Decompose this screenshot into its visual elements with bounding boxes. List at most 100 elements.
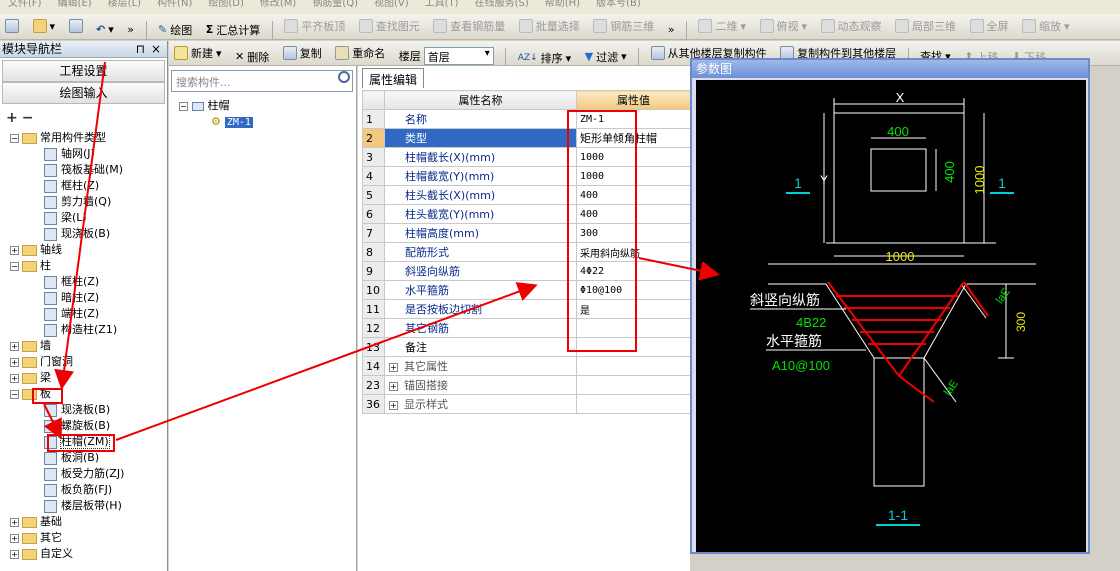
property-row[interactable]: 14 + 其它属性 bbox=[362, 356, 691, 376]
search-icon[interactable] bbox=[338, 71, 350, 83]
collapse-icon[interactable]: − bbox=[10, 389, 19, 399]
save-button[interactable] bbox=[64, 14, 88, 38]
expand-icon[interactable]: + bbox=[10, 533, 19, 543]
tree-folder[interactable]: + 轴线 bbox=[10, 242, 167, 258]
tree-item[interactable]: 剪力墙(Q) bbox=[10, 194, 167, 210]
tree-folder[interactable]: + 梁 bbox=[10, 370, 167, 386]
expand-icon[interactable]: + bbox=[10, 549, 19, 559]
property-row[interactable]: 6 柱头截宽(Y)(mm) 400 bbox=[362, 204, 691, 224]
menu-item[interactable]: 视图(V) bbox=[366, 0, 417, 9]
property-row[interactable]: 4 柱帽截宽(Y)(mm) 1000 bbox=[362, 166, 691, 186]
tree-item[interactable]: 螺旋板(B) bbox=[10, 418, 167, 434]
copy-component-button[interactable]: 复制 bbox=[278, 41, 327, 65]
tree-item[interactable]: 楼层板带(H) bbox=[10, 498, 167, 514]
menu-item[interactable]: 构件(N) bbox=[149, 0, 200, 9]
view-2d-dropdown[interactable]: 二维 ▾ bbox=[693, 14, 751, 38]
open-file-button[interactable]: ▾ bbox=[28, 14, 61, 38]
find-element-button[interactable]: 查找图元 bbox=[354, 14, 425, 38]
collapse-icon[interactable]: − bbox=[179, 101, 188, 111]
property-value[interactable] bbox=[576, 394, 691, 414]
pin-icon[interactable]: ⊓ bbox=[136, 41, 145, 57]
search-input[interactable]: 搜索构件... bbox=[171, 70, 353, 92]
draw-input-button[interactable]: 绘图输入 bbox=[2, 82, 165, 104]
sort-button[interactable]: AZ↓ 排序 ▾ bbox=[513, 46, 576, 66]
top-view-dropdown[interactable]: 俯视 ▾ bbox=[755, 14, 813, 38]
tree-item[interactable]: 板洞(B) bbox=[10, 450, 167, 466]
property-row[interactable]: 13 备注 bbox=[362, 337, 691, 357]
project-settings-button[interactable]: 工程设置 bbox=[2, 60, 165, 82]
expand-icon[interactable]: + bbox=[10, 245, 19, 255]
property-value[interactable] bbox=[576, 375, 691, 395]
rename-component-button[interactable]: 重命名 bbox=[330, 41, 390, 65]
expand-icon[interactable]: + bbox=[389, 362, 398, 372]
property-row[interactable]: 36 + 显示样式 bbox=[362, 394, 691, 414]
collapse-all-icon[interactable]: − bbox=[22, 110, 34, 126]
tree-item[interactable]: 筏板基础(M) bbox=[10, 162, 167, 178]
menu-item[interactable]: 修改(M) bbox=[252, 0, 304, 9]
collapse-icon[interactable]: − bbox=[10, 261, 19, 271]
collapse-icon[interactable]: − bbox=[10, 133, 19, 143]
menu-item[interactable]: 编辑(E) bbox=[50, 0, 100, 9]
align-top-button[interactable]: 平齐板顶 bbox=[279, 14, 350, 38]
tree-item[interactable]: 端柱(Z) bbox=[10, 306, 167, 322]
property-row[interactable]: 7 柱帽高度(mm) 300 bbox=[362, 223, 691, 243]
batch-select-button[interactable]: 批量选择 bbox=[514, 14, 585, 38]
sum-calc-button[interactable]: Σ 汇总计算 bbox=[201, 18, 266, 40]
undo-button[interactable]: ↶ ▾ bbox=[91, 18, 119, 40]
tree-item[interactable]: 现浇板(B) bbox=[10, 226, 167, 242]
zoom-dropdown[interactable]: 缩放 ▾ bbox=[1017, 14, 1075, 38]
menu-item[interactable]: 钢筋量(Q) bbox=[304, 0, 366, 9]
property-row[interactable]: 10 水平箍筋 Φ10@100 bbox=[362, 280, 691, 300]
fullscreen-button[interactable]: 全屏 bbox=[965, 14, 1014, 38]
dynamic-view-button[interactable]: 动态观察 bbox=[816, 14, 887, 38]
new-component-button[interactable]: 新建 ▾ bbox=[169, 41, 227, 65]
menu-item[interactable]: 绘图(D) bbox=[200, 0, 252, 9]
toolbar-overflow-1[interactable]: » bbox=[122, 18, 139, 40]
menu-item[interactable]: 工具(T) bbox=[417, 0, 467, 9]
filter-button[interactable]: ▼ 过滤 ▾ bbox=[580, 45, 632, 66]
tree-item[interactable]: 暗柱(Z) bbox=[10, 290, 167, 306]
expand-icon[interactable]: + bbox=[10, 373, 19, 383]
tree-item[interactable]: 框柱(Z) bbox=[10, 178, 167, 194]
property-row[interactable]: 8 配筋形式 采用斜向纵筋 bbox=[362, 242, 691, 262]
property-row[interactable]: 2 类型 矩形单倾角柱帽 bbox=[362, 128, 691, 148]
component-group-row[interactable]: − 柱帽 bbox=[179, 98, 253, 114]
expand-icon[interactable]: + bbox=[10, 357, 19, 367]
floor-select[interactable]: 首层 bbox=[423, 47, 494, 65]
parameter-diagram-title[interactable]: 参数图 bbox=[692, 60, 1088, 78]
property-row[interactable]: 12 其它钢筋 bbox=[362, 318, 691, 338]
tree-folder[interactable]: + 自定义 bbox=[10, 546, 167, 562]
tree-folder[interactable]: + 门窗洞 bbox=[10, 354, 167, 370]
property-row[interactable]: 3 柱帽截长(X)(mm) 1000 bbox=[362, 147, 691, 167]
tree-item[interactable]: 框柱(Z) bbox=[10, 274, 167, 290]
tab-property-edit[interactable]: 属性编辑 bbox=[362, 68, 425, 88]
menu-item[interactable]: 文件(F) bbox=[0, 0, 50, 9]
property-row[interactable]: 5 柱头截长(X)(mm) 400 bbox=[362, 185, 691, 205]
property-row[interactable]: 1 名称 ZM-1 bbox=[362, 109, 691, 129]
expand-icon[interactable]: + bbox=[389, 381, 398, 391]
menu-item[interactable]: 版本号(B) bbox=[588, 0, 649, 9]
tree-item[interactable]: 轴网(J) bbox=[10, 146, 167, 162]
property-value[interactable] bbox=[576, 356, 691, 376]
expand-icon[interactable]: + bbox=[10, 517, 19, 527]
tree-folder[interactable]: − 常用构件类型 bbox=[10, 130, 167, 146]
expand-all-icon[interactable]: + bbox=[6, 110, 18, 126]
tree-item[interactable]: 板负筋(FJ) bbox=[10, 482, 167, 498]
property-row[interactable]: 11 是否按板边切割是 bbox=[362, 299, 691, 319]
draw-button[interactable]: ✎ 绘图 bbox=[153, 18, 197, 40]
new-file-button[interactable] bbox=[0, 14, 24, 38]
component-item-row[interactable]: ⚙ ZM-1 bbox=[179, 114, 253, 130]
tree-item[interactable]: 现浇板(B) bbox=[10, 402, 167, 418]
tree-folder[interactable]: + 其它 bbox=[10, 530, 167, 546]
menu-item[interactable]: 在线服务(S) bbox=[467, 0, 537, 9]
tree-item[interactable]: 板受力筋(ZJ) bbox=[10, 466, 167, 482]
toolbar-overflow-2[interactable]: » bbox=[663, 18, 680, 40]
view-rebar-button[interactable]: 查看钢筋量 bbox=[428, 14, 510, 38]
expand-icon[interactable]: + bbox=[10, 341, 19, 351]
rebar-3d-button[interactable]: 钢筋三维 bbox=[588, 14, 659, 38]
local-3d-button[interactable]: 局部三维 bbox=[890, 14, 961, 38]
tree-item[interactable]: 梁(L) bbox=[10, 210, 167, 226]
tree-folder[interactable]: + 墙 bbox=[10, 338, 167, 354]
property-row[interactable]: 9 斜竖向纵筋 4Φ22 bbox=[362, 261, 691, 281]
property-row[interactable]: 23 + 锚固搭接 bbox=[362, 375, 691, 395]
